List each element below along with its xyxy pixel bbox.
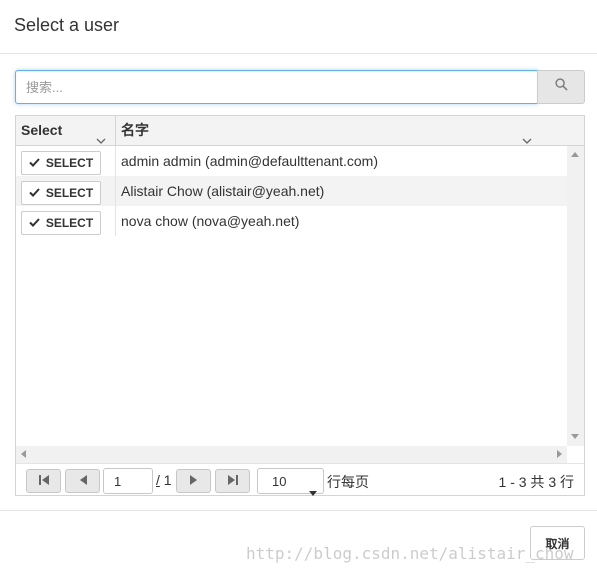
footer-divider bbox=[0, 510, 597, 511]
check-icon bbox=[29, 156, 40, 170]
modal-header: Select a user bbox=[0, 0, 597, 54]
select-user-button[interactable]: SELECT bbox=[21, 181, 101, 205]
column-header-name[interactable]: 名字 bbox=[116, 116, 567, 145]
page-number-input[interactable] bbox=[103, 468, 153, 494]
next-page-icon bbox=[189, 472, 198, 490]
pager: / 1 10 行每页 1 - 3 共 3 行 bbox=[16, 463, 584, 496]
check-icon bbox=[29, 186, 40, 200]
search-input[interactable] bbox=[15, 70, 538, 104]
chevron-down-icon[interactable] bbox=[96, 126, 106, 144]
select-user-button[interactable]: SELECT bbox=[21, 151, 101, 175]
page-separator: / bbox=[156, 472, 160, 488]
prev-page-icon bbox=[79, 472, 87, 490]
select-button-label: SELECT bbox=[45, 216, 94, 230]
dropdown-caret-icon bbox=[309, 479, 317, 505]
user-name-cell: admin admin (admin@defaulttenant.com) bbox=[121, 153, 379, 169]
select-cell: SELECT bbox=[16, 206, 116, 236]
last-page-button[interactable] bbox=[215, 469, 250, 493]
per-page-label: 行每页 bbox=[327, 474, 369, 490]
table-row: SELECT nova chow (nova@yeah.net) bbox=[16, 206, 567, 236]
last-page-icon bbox=[227, 472, 239, 490]
grid-header: Select 名字 bbox=[16, 116, 584, 146]
search-icon bbox=[554, 78, 568, 96]
user-grid: Select 名字 SELECT admin admin (admin@defa… bbox=[15, 115, 585, 496]
first-page-button[interactable] bbox=[26, 469, 61, 493]
total-pages: 1 bbox=[163, 472, 172, 488]
page-size-select[interactable]: 10 bbox=[257, 468, 324, 496]
row-count: 1 - 3 共 3 行 bbox=[498, 474, 574, 490]
column-header-select[interactable]: Select bbox=[16, 116, 116, 145]
horizontal-scrollbar[interactable] bbox=[16, 446, 567, 463]
select-user-button[interactable]: SELECT bbox=[21, 211, 101, 235]
select-button-label: SELECT bbox=[45, 156, 94, 170]
next-page-button[interactable] bbox=[176, 469, 211, 493]
scroll-left-icon[interactable] bbox=[21, 450, 26, 458]
search-bar bbox=[15, 70, 585, 104]
prev-page-button[interactable] bbox=[65, 469, 100, 493]
scroll-up-icon[interactable] bbox=[571, 152, 579, 157]
page-size-value: 10 bbox=[272, 474, 287, 489]
column-header-name-label: 名字 bbox=[121, 122, 149, 138]
search-button[interactable] bbox=[537, 70, 585, 104]
user-name-cell: nova chow (nova@yeah.net) bbox=[121, 213, 300, 229]
check-icon bbox=[29, 216, 40, 230]
scroll-down-icon[interactable] bbox=[571, 434, 579, 439]
watermark: http://blog.csdn.net/alistair_chow bbox=[246, 544, 574, 563]
page-total: / 1 bbox=[156, 472, 172, 488]
table-row: SELECT Alistair Chow (alistair@yeah.net) bbox=[16, 176, 567, 206]
grid-body: SELECT admin admin (admin@defaulttenant.… bbox=[16, 146, 567, 446]
vertical-scrollbar[interactable] bbox=[567, 146, 584, 446]
select-button-label: SELECT bbox=[45, 186, 94, 200]
first-page-icon bbox=[38, 472, 50, 490]
user-name-cell: Alistair Chow (alistair@yeah.net) bbox=[121, 183, 325, 199]
select-cell: SELECT bbox=[16, 176, 116, 206]
table-row: SELECT admin admin (admin@defaulttenant.… bbox=[16, 146, 567, 176]
scroll-right-icon[interactable] bbox=[557, 450, 562, 458]
chevron-down-icon[interactable] bbox=[522, 126, 532, 144]
dialog-title: Select a user bbox=[14, 15, 120, 35]
select-cell: SELECT bbox=[16, 146, 116, 176]
column-header-select-label: Select bbox=[21, 122, 63, 138]
